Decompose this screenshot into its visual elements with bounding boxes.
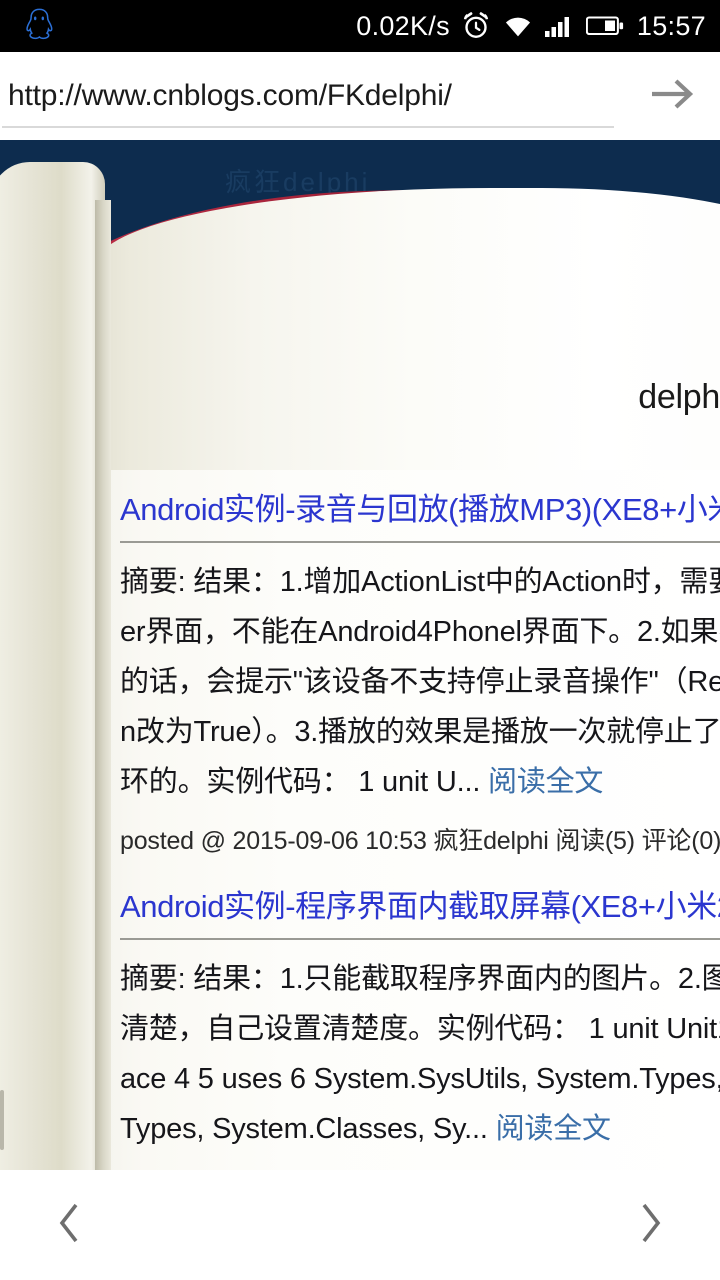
list-item: Android实例-录音与回放(播放MP3)(XE8+小米2) 摘要: 结果：1… [120,470,720,867]
book-left-page-graphic [0,162,105,470]
status-bar-clock: 15:57 [636,10,706,41]
status-bar-right: 0.02K/s 15:57 [356,11,706,42]
post-meta: posted @ 2015-09-06 10:53 疯狂delphi 阅读(5)… [120,807,720,867]
post-summary-tail: 环的。实例代码： 1 unit U... [120,766,481,798]
book-gutter-graphic [95,200,111,470]
blog-title: delph [638,378,720,416]
post-meta-text: posted @ 2015-09-06 10:53 疯狂delphi 阅读(5)… [120,827,720,855]
post-summary-line: ace 4 5 uses 6 System.SysUtils, System.T… [120,1063,720,1095]
forward-button[interactable] [610,1186,690,1266]
webpage-viewport[interactable]: 疯狂delphi delph Android实例-录音与回放(播放MP3)(XE… [0,140,720,1170]
post-summary-line: Types, System.Classes, Sy... 阅读全文 [120,1104,720,1154]
go-button[interactable] [624,52,720,140]
battery-icon [585,15,624,37]
arrow-right-icon [646,74,698,119]
post-summary-line: 的话，会提示"该设备不支持停止录音操作"（Record [120,666,720,698]
post-list: Android实例-录音与回放(播放MP3)(XE8+小米2) 摘要: 结果：1… [0,470,720,1170]
list-item: Android实例-程序界面内截取屏幕(XE8+小米2) 摘要: 结果：1.只能… [120,867,720,1170]
status-bar: 0.02K/s 15:57 [0,0,720,52]
browser-address-bar: http://www.cnblogs.com/FKdelphi/ [0,52,720,140]
read-more-link[interactable]: 阅读全文 [496,1113,611,1145]
chevron-right-icon [630,1197,670,1254]
alarm-clock-icon [461,11,491,41]
post-summary-tail: Types, System.Classes, Sy... [120,1113,488,1145]
post-title-link[interactable]: Android实例-录音与回放(播放MP3)(XE8+小米2) [120,470,720,541]
book-gutter-graphic-lower [95,470,111,1170]
post-summary-line: n改为True）。3.播放的效果是播放一次就停止了。不 [120,716,720,748]
post-summary: 摘要: 结果：1.增加ActionList中的Action时，需要跳到 er界面… [120,557,720,807]
blog-banner: 疯狂delphi delph [0,140,720,470]
post-summary-line: 摘要: 结果：1.增加ActionList中的Action时，需要跳到 [120,566,720,598]
url-underline [2,126,614,128]
book-left-page-graphic-lower [0,470,105,1170]
post-title-separator [120,541,720,543]
post-title-separator [120,938,720,940]
book-right-page-graphic [95,188,720,470]
post-summary: 摘要: 结果：1.只能截取程序界面内的图片。2.图片有些不 清楚，自己设置清楚度… [120,954,720,1154]
chevron-left-icon [50,1197,90,1254]
back-button[interactable] [30,1186,110,1266]
status-bar-left [22,7,356,45]
post-summary-line: er界面，不能在Android4Phonel界面下。2.如果不打开 [120,616,720,648]
scrollbar-thumb[interactable] [0,1090,4,1150]
network-speed-text: 0.02K/s [356,10,450,41]
post-meta: posted @ 2015-09-06 10:40 疯狂delphi 阅读(8)… [120,1154,720,1170]
wifi-icon [502,13,534,39]
url-text: http://www.cnblogs.com/FKdelphi/ [8,79,452,112]
post-title-link[interactable]: Android实例-程序界面内截取屏幕(XE8+小米2) [120,867,720,938]
post-summary-line: 摘要: 结果：1.只能截取程序界面内的图片。2.图片有些不 [120,963,720,995]
read-more-link[interactable]: 阅读全文 [488,766,603,798]
cellular-signal-icon [544,14,575,38]
browser-bottom-nav [0,1170,720,1280]
post-summary-line: 环的。实例代码： 1 unit U... 阅读全文 [120,757,720,807]
qq-penguin-icon [22,7,56,45]
url-input[interactable]: http://www.cnblogs.com/FKdelphi/ [0,52,624,140]
post-summary-line: 清楚，自己设置清楚度。实例代码： 1 unit Unit1; 2 3 inter… [120,1013,720,1045]
